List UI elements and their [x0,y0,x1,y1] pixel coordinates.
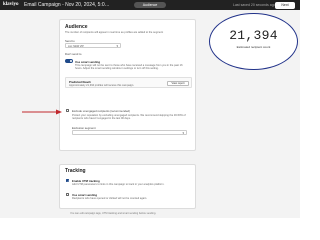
smart-sending-text: This campaign will not be sent to those … [75,64,183,71]
dont-send-label: Don't send to [65,52,82,56]
tracking-title: Tracking [65,168,86,174]
chevron-down-icon: ▾ [182,131,184,135]
campaign-title[interactable]: Email Campaign - Nov 20, 2024, 5:0… [24,2,110,8]
audience-title: Audience [65,24,88,30]
exclusion-segment-select[interactable]: ▾ [72,130,187,135]
last-saved-status: Last saved 20 seconds ago [233,2,276,7]
tracking-card: Tracking Enable UTM tracking Add UTM par… [59,164,196,209]
send-to-select[interactable]: List: NEW VIP ▾ [65,43,121,48]
annotation-arrow-icon [22,109,62,115]
recipient-count-value: 21,394 [229,28,278,43]
send-to-value: List: NEW VIP [68,44,84,48]
smart-sending-toggle[interactable] [65,59,73,63]
utm-tracking-checkbox[interactable] [66,179,70,183]
recipient-count-callout: 21,394 Estimated recipient count [209,13,298,70]
predicted-reach-panel: Predicted Reach Approximately 21,394 pro… [65,77,192,88]
step-audience-tab[interactable]: Audience [134,2,166,8]
predicted-reach-text: Approximately 21,394 profiles will recei… [69,83,135,87]
chevron-down-icon: ▾ [116,44,118,48]
exclude-unengaged-text: Protect your reputation by excluding une… [72,114,186,121]
recipient-count-label: Estimated recipient count [236,45,271,49]
top-bar: klaviyo Email Campaign - Nov 20, 2024, 5… [0,0,300,10]
tracking-option-checkbox[interactable] [66,193,70,197]
audience-description: The number of recipients will appear in … [65,31,164,34]
tracking-option-text: Recipients who have opened or clicked wi… [72,197,147,200]
footer-note: You can edit campaign tags, UTM tracking… [70,212,157,215]
klaviyo-logo: klaviyo [3,2,19,7]
next-button[interactable]: Next [275,1,295,9]
exclude-unengaged-label: Exclude unengaged recipients (recommende… [72,108,130,113]
audience-card: Audience The number of recipients will a… [59,19,196,151]
smart-sending-title: Use smart sending [75,59,101,64]
utm-tracking-text: Add UTM parameters to links in this camp… [72,183,165,186]
view-report-button[interactable]: View report [167,80,189,86]
exclude-unengaged-checkbox[interactable] [66,108,70,112]
